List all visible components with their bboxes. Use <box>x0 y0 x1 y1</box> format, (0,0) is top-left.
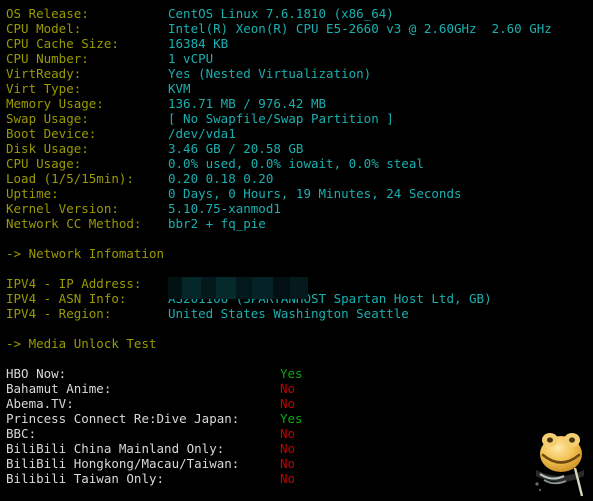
terminal-window: OS Release: CentOS Linux 7.6.1810 (x86_64… <box>0 0 593 500</box>
media-unlock-block: HBO Now: Yes Bahamut Anime: No Abema.TV: No Pr… <box>6 366 593 486</box>
info-row: Boot Device: /dev/vda1 <box>6 126 593 141</box>
media-row-label: Bahamut Anime: <box>6 381 112 396</box>
info-row-label: Virt Type: <box>6 81 82 96</box>
info-row-value: 136.71 MB / 976.42 MB <box>168 96 327 111</box>
info-row: Load (1/5/15min): 0.20 0.18 0.20 <box>6 171 593 186</box>
spacer-row <box>6 261 593 276</box>
info-row: VirtReady: Yes (Nested Virtualization) <box>6 66 593 81</box>
info-row-label: CPU Model: <box>6 21 82 36</box>
network-heading-text: -> Network Infomation <box>6 246 165 261</box>
info-row-label: Boot Device: <box>6 126 97 141</box>
media-row: Bilibili Taiwan Only: No <box>6 471 593 486</box>
info-row-label: Load (1/5/15min): <box>6 171 134 186</box>
media-row: BBC: No <box>6 426 593 441</box>
network-row-value: United States Washington Seattle <box>168 306 409 321</box>
info-row-value: 1 vCPU <box>168 51 214 66</box>
info-row: Virt Type: KVM <box>6 81 593 96</box>
info-row-value: 0 Days, 0 Hours, 19 Minutes, 24 Seconds <box>168 186 462 201</box>
info-row-label: CPU Cache Size: <box>6 36 119 51</box>
media-row-label: BBC: <box>6 426 37 441</box>
info-row: Disk Usage: 3.46 GB / 20.58 GB <box>6 141 593 156</box>
media-row: BiliBili China Mainland Only: No <box>6 441 593 456</box>
info-row-value: [ No Swapfile/Swap Partition ] <box>168 111 394 126</box>
info-row-label: Swap Usage: <box>6 111 89 126</box>
info-row-value: Intel(R) Xeon(R) CPU E5-2660 v3 @ 2.60GH… <box>168 21 552 36</box>
network-section-heading: -> Network Infomation <box>6 246 593 261</box>
media-row-value: No <box>280 396 296 411</box>
info-row-value: Yes (Nested Virtualization) <box>168 66 372 81</box>
media-row: Bahamut Anime: No <box>6 381 593 396</box>
media-row-label: BiliBili China Mainland Only: <box>6 441 225 456</box>
info-row: Network CC Method: bbr2 + fq_pie <box>6 216 593 231</box>
info-row: CPU Model: Intel(R) Xeon(R) CPU E5-2660 v… <box>6 21 593 36</box>
info-row: OS Release: CentOS Linux 7.6.1810 (x86_64… <box>6 6 593 21</box>
info-row-value: bbr2 + fq_pie <box>168 216 266 231</box>
system-info-block: OS Release: CentOS Linux 7.6.1810 (x86_64… <box>6 6 593 231</box>
media-row-label: Bilibili Taiwan Only: <box>6 471 165 486</box>
info-row-value: KVM <box>168 81 191 96</box>
info-row-label: Disk Usage: <box>6 141 89 156</box>
info-row: CPU Usage: 0.0% used, 0.0% iowait, 0.0% s… <box>6 156 593 171</box>
network-row-value: AS201106 (SPARTANHOST Spartan Host Ltd, … <box>168 291 492 306</box>
media-heading-text: -> Media Unlock Test <box>6 336 157 351</box>
media-row-value: Yes <box>280 411 303 426</box>
media-section-heading: -> Media Unlock Test <box>6 336 593 351</box>
info-row: Kernel Version: 5.10.75-xanmod1 <box>6 201 593 216</box>
media-row-value: No <box>280 426 296 441</box>
media-row: HBO Now: Yes <box>6 366 593 381</box>
media-row: Abema.TV: No <box>6 396 593 411</box>
spacer-row <box>6 321 593 336</box>
media-row-value: Yes <box>280 366 303 381</box>
info-row-value: 5.10.75-xanmod1 <box>168 201 281 216</box>
network-row-label: IPV4 - ASN Info: <box>6 291 127 306</box>
info-row: CPU Number: 1 vCPU <box>6 51 593 66</box>
info-row-label: OS Release: <box>6 6 89 21</box>
network-row: IPV4 - ASN Info: AS201106 (SPARTANHOST Sp… <box>6 291 593 306</box>
media-row: BiliBili Hongkong/Macau/Taiwan: No <box>6 456 593 471</box>
spacer-row <box>6 351 593 366</box>
info-row-value: 0.20 0.18 0.20 <box>168 171 274 186</box>
network-row: IPV4 - Region: United States Washington S… <box>6 306 593 321</box>
info-row-label: Network CC Method: <box>6 216 142 231</box>
info-row-label: CPU Usage: <box>6 156 82 171</box>
info-row-label: VirtReady: <box>6 66 82 81</box>
info-row-value: CentOS Linux 7.6.1810 (x86_64) <box>168 6 394 21</box>
media-row-label: Abema.TV: <box>6 396 74 411</box>
info-row: Uptime: 0 Days, 0 Hours, 19 Minutes, 24 S… <box>6 186 593 201</box>
media-row: Princess Connect Re:Dive Japan: Yes <box>6 411 593 426</box>
media-row-label: Princess Connect Re:Dive Japan: <box>6 411 240 426</box>
info-row: Swap Usage: [ No Swapfile/Swap Partition … <box>6 111 593 126</box>
media-row-value: No <box>280 441 296 456</box>
media-row-value: No <box>280 471 296 486</box>
terminal-output: OS Release: CentOS Linux 7.6.1810 (x86_64… <box>6 6 593 500</box>
spacer-row <box>6 231 593 246</box>
info-row-label: Kernel Version: <box>6 201 119 216</box>
cartoon-frog-mascot-icon <box>530 424 590 498</box>
network-row-label: IPV4 - Region: <box>6 306 112 321</box>
network-row-label: IPV4 - IP Address: <box>6 276 142 291</box>
info-row-value: 0.0% used, 0.0% iowait, 0.0% steal <box>168 156 424 171</box>
info-row-value: 3.46 GB / 20.58 GB <box>168 141 304 156</box>
info-row: Memory Usage: 136.71 MB / 976.42 MB <box>6 96 593 111</box>
info-row-value: 16384 KB <box>168 36 229 51</box>
media-row-label: HBO Now: <box>6 366 67 381</box>
info-row-label: CPU Number: <box>6 51 89 66</box>
media-row-value: No <box>280 456 296 471</box>
info-row-label: Uptime: <box>6 186 59 201</box>
network-info-block: IPV4 - IP Address: IPV4 - ASN Info: AS2011… <box>6 276 593 321</box>
network-row-redacted: IPV4 - IP Address: <box>6 276 593 291</box>
media-row-label: BiliBili Hongkong/Macau/Taiwan: <box>6 456 240 471</box>
info-row-label: Memory Usage: <box>6 96 104 111</box>
media-row-value: No <box>280 381 296 396</box>
info-row-value: /dev/vda1 <box>168 126 236 141</box>
info-row: CPU Cache Size: 16384 KB <box>6 36 593 51</box>
